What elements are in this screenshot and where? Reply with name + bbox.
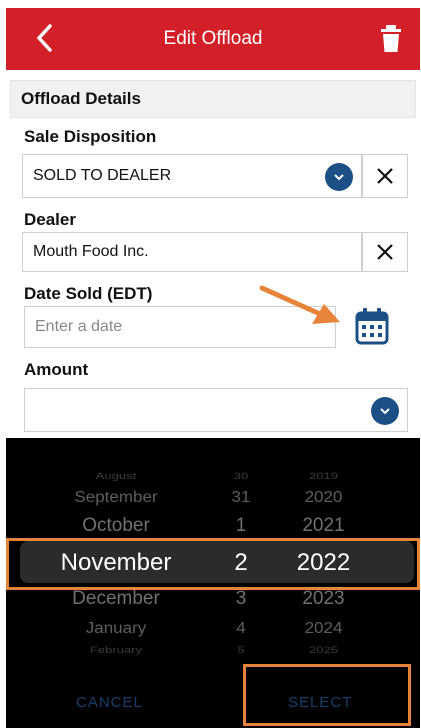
cancel-button[interactable]: CANCEL: [76, 694, 143, 711]
clear-dealer-button[interactable]: [362, 232, 408, 272]
month-option[interactable]: August: [46, 471, 186, 482]
month-option[interactable]: September: [46, 489, 186, 507]
date-sold-label: Date Sold (EDT): [24, 284, 153, 303]
arrow-annotation-icon: [259, 285, 340, 324]
date-picker: August 30 2019 September 31 2020 October…: [6, 438, 420, 728]
year-option[interactable]: 2023: [281, 588, 366, 610]
sale-disposition-select[interactable]: SOLD TO DEALER: [22, 154, 362, 198]
dealer-field[interactable]: Mouth Food Inc.: [22, 232, 362, 272]
sale-disposition-value: SOLD TO DEALER: [33, 167, 172, 184]
chevron-down-icon[interactable]: [325, 163, 353, 191]
close-icon: [377, 244, 393, 260]
date-sold-placeholder: Enter a date: [35, 318, 123, 335]
calendar-icon: [355, 308, 389, 345]
year-option[interactable]: 2021: [281, 515, 366, 537]
picker-row[interactable]: December 3 2023: [6, 588, 420, 618]
year-option[interactable]: 2024: [281, 620, 366, 638]
chevron-left-icon: [37, 24, 52, 52]
year-option[interactable]: 2019: [281, 471, 366, 482]
delete-button[interactable]: [378, 24, 404, 54]
select-highlight-box: [243, 664, 411, 726]
day-option[interactable]: 5: [216, 645, 266, 656]
day-option[interactable]: 4: [216, 620, 266, 638]
dealer-value: Mouth Food Inc.: [33, 243, 149, 260]
day-option[interactable]: 3: [216, 588, 266, 610]
app-header: Edit Offload: [6, 8, 420, 70]
day-option[interactable]: 31: [216, 489, 266, 507]
picker-row[interactable]: February 5 2025: [6, 645, 420, 666]
trash-icon: [381, 25, 401, 52]
dealer-label: Dealer: [24, 210, 76, 229]
clear-sale-disposition-button[interactable]: [362, 154, 408, 198]
chevron-down-icon[interactable]: [371, 397, 399, 425]
picker-row[interactable]: September 31 2020: [6, 489, 420, 516]
section-title: Offload Details: [10, 80, 416, 118]
back-button[interactable]: [30, 23, 60, 53]
calendar-button[interactable]: [354, 306, 390, 346]
month-option[interactable]: December: [46, 588, 186, 610]
month-option[interactable]: February: [46, 645, 186, 656]
page-title: Edit Offload: [163, 28, 263, 49]
month-option[interactable]: January: [46, 620, 186, 638]
selection-highlight-box: [6, 538, 420, 590]
day-option[interactable]: 30: [216, 471, 266, 482]
offload-form: Offload Details Sale Disposition SOLD TO…: [6, 70, 420, 438]
year-option[interactable]: 2025: [281, 645, 366, 656]
close-icon: [377, 168, 393, 184]
sale-disposition-label: Sale Disposition: [24, 127, 157, 146]
picker-row[interactable]: January 4 2024: [6, 620, 420, 647]
amount-select[interactable]: [24, 388, 408, 432]
year-option[interactable]: 2020: [281, 489, 366, 507]
amount-label: Amount: [24, 360, 89, 379]
month-option[interactable]: October: [46, 515, 186, 537]
day-option[interactable]: 1: [216, 515, 266, 537]
